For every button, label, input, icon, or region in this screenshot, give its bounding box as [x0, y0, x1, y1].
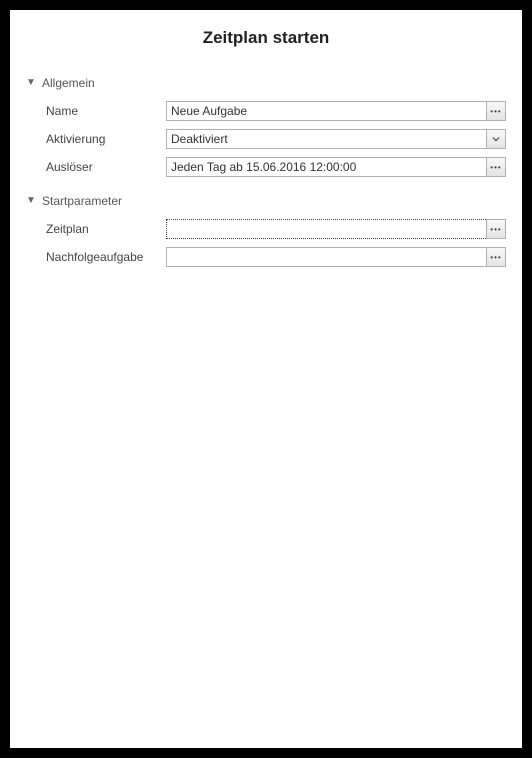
row-trigger: Auslöser — [46, 156, 506, 178]
field-wrap-name — [166, 101, 506, 121]
section-startparams-header[interactable]: ▼ Startparameter — [26, 194, 506, 208]
section-general: ▼ Allgemein Name Aktivierung Deaktiviert — [26, 76, 506, 178]
section-general-title: Allgemein — [42, 76, 95, 90]
row-activation: Aktivierung Deaktiviert — [46, 128, 506, 150]
label-name: Name — [46, 104, 166, 118]
label-trigger: Auslöser — [46, 160, 166, 174]
dialog-title: Zeitplan starten — [26, 28, 506, 48]
followup-input[interactable] — [166, 247, 486, 267]
schedule-browse-button[interactable] — [486, 219, 506, 239]
section-general-rows: Name Aktivierung Deaktiviert — [26, 100, 506, 178]
window-frame: Zeitplan starten ▼ Allgemein Name Aktivi… — [0, 0, 532, 758]
dialog-panel: Zeitplan starten ▼ Allgemein Name Aktivi… — [10, 10, 522, 748]
section-startparams-title: Startparameter — [42, 194, 122, 208]
row-schedule: Zeitplan — [46, 218, 506, 240]
name-browse-button[interactable] — [486, 101, 506, 121]
label-schedule: Zeitplan — [46, 222, 166, 236]
field-wrap-trigger — [166, 157, 506, 177]
section-startparams-rows: Zeitplan Nachfolgeaufgabe — [26, 218, 506, 268]
row-name: Name — [46, 100, 506, 122]
label-followup: Nachfolgeaufgabe — [46, 250, 166, 264]
followup-browse-button[interactable] — [486, 247, 506, 267]
name-input[interactable] — [166, 101, 486, 121]
label-activation: Aktivierung — [46, 132, 166, 146]
chevron-down-icon: ▼ — [26, 196, 36, 206]
chevron-down-icon: ▼ — [26, 78, 36, 88]
row-followup: Nachfolgeaufgabe — [46, 246, 506, 268]
section-startparams: ▼ Startparameter Zeitplan Nachfolgeaufga… — [26, 194, 506, 268]
field-wrap-activation: Deaktiviert — [166, 129, 506, 149]
activation-dropdown-button[interactable] — [486, 129, 506, 149]
activation-select[interactable]: Deaktiviert — [166, 129, 486, 149]
section-general-header[interactable]: ▼ Allgemein — [26, 76, 506, 90]
chevron-down-icon — [492, 135, 500, 143]
field-wrap-schedule — [166, 219, 506, 239]
field-wrap-followup — [166, 247, 506, 267]
schedule-input[interactable] — [166, 219, 486, 239]
trigger-input[interactable] — [166, 157, 486, 177]
trigger-browse-button[interactable] — [486, 157, 506, 177]
